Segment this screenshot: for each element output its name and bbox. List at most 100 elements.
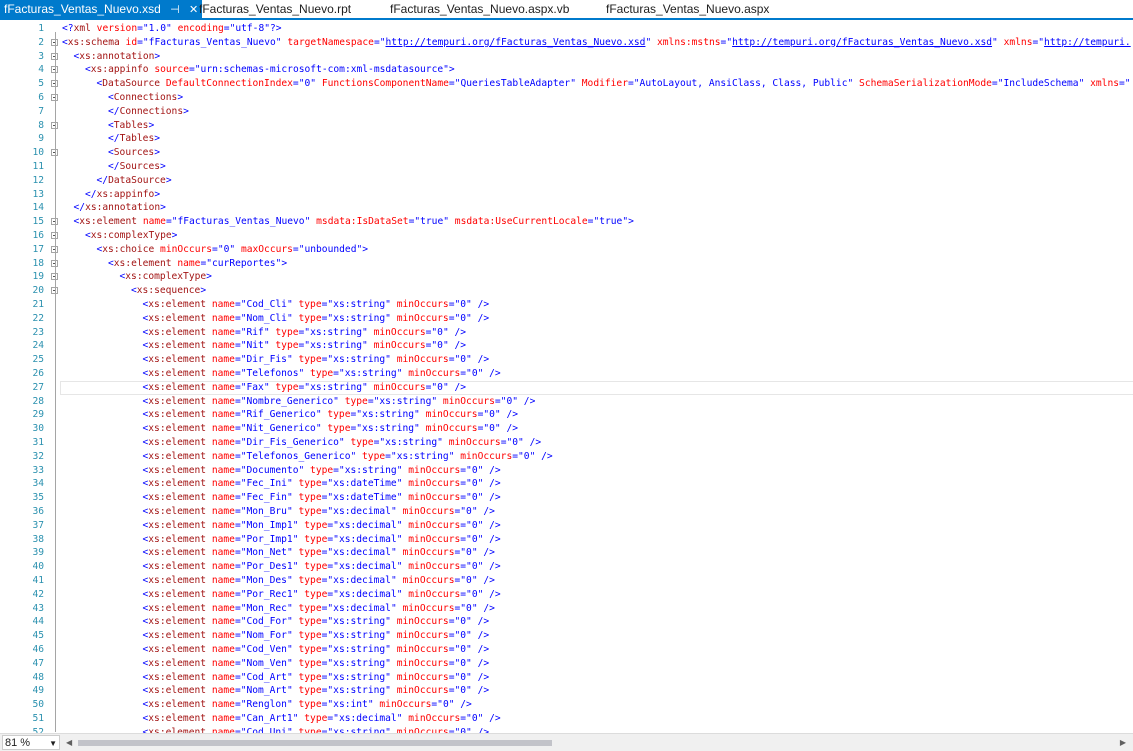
code-line[interactable]: 44 <xs:element name="Cod_For" type="xs:st…	[0, 615, 1133, 629]
code-text: <xs:element name="Fec_Fin" type="xs:date…	[142, 492, 501, 504]
code-line[interactable]: 29 <xs:element name="Rif_Generico" type="…	[0, 408, 1133, 422]
code-line[interactable]: 26 <xs:element name="Telefonos" type="xs:…	[0, 367, 1133, 381]
line-number: 6	[38, 92, 44, 103]
code-line[interactable]: 35 <xs:element name="Fec_Fin" type="xs:da…	[0, 491, 1133, 505]
code-line[interactable]: 43 <xs:element name="Mon_Rec" type="xs:de…	[0, 602, 1133, 616]
tab-aspx-vb[interactable]: fFacturas_Ventas_Nuevo.aspx.vb	[390, 0, 569, 18]
line-number: 34	[32, 478, 44, 490]
code-text: <xs:element name="curReportes">	[108, 257, 288, 269]
code-line[interactable]: 7 </Connections>	[0, 105, 1133, 119]
code-text: <xs:element name="Nom_For" type="xs:stri…	[142, 630, 490, 642]
code-text: </xs:appinfo>	[85, 188, 161, 200]
code-line[interactable]: 40 <xs:element name="Por_Des1" type="xs:d…	[0, 560, 1133, 574]
code-line[interactable]: 11 </Sources>	[0, 160, 1133, 174]
code-line[interactable]: 37 <xs:element name="Mon_Imp1" type="xs:d…	[0, 519, 1133, 533]
code-line[interactable]: 17 <xs:choice minOccurs="0" maxOccurs="un…	[0, 243, 1133, 257]
code-line[interactable]: 1 <?xml version="1.0" encoding="utf-8"?>	[0, 22, 1133, 36]
line-number: 33	[32, 464, 44, 476]
code-text: <xs:element name="Telefonos_Generico" ty…	[142, 450, 553, 462]
tab-xsd[interactable]: fFacturas_Ventas_Nuevo.xsd ⊣ ✕	[0, 0, 203, 19]
line-number: 39	[32, 547, 44, 559]
code-text: <Sources>	[108, 147, 160, 159]
close-icon[interactable]: ✕	[189, 1, 198, 19]
code-line[interactable]: 9 </Tables>	[0, 132, 1133, 146]
line-number: 45	[32, 630, 44, 642]
code-line[interactable]: 34 <xs:element name="Fec_Ini" type="xs:da…	[0, 477, 1133, 491]
code-text: <xs:element name="Nom_Cli" type="xs:stri…	[142, 312, 490, 324]
code-line[interactable]: 22 <xs:element name="Nom_Cli" type="xs:st…	[0, 312, 1133, 326]
code-line[interactable]: 5 <DataSource DefaultConnectionIndex="0" …	[0, 77, 1133, 91]
code-text: <xs:element name="Por_Rec1" type="xs:dec…	[142, 588, 501, 600]
code-line[interactable]: 31 <xs:element name="Dir_Fis_Generico" ty…	[0, 436, 1133, 450]
line-number: 35	[32, 492, 44, 504]
line-number: 32	[32, 450, 44, 462]
code-line[interactable]: 42 <xs:element name="Por_Rec1" type="xs:d…	[0, 588, 1133, 602]
code-line[interactable]: 21 <xs:element name="Cod_Cli" type="xs:st…	[0, 298, 1133, 312]
code-line[interactable]: 33 <xs:element name="Documento" type="xs:…	[0, 464, 1133, 478]
line-number: 19	[32, 271, 44, 283]
tab-aspx[interactable]: fFacturas_Ventas_Nuevo.aspx	[606, 0, 769, 18]
scrollbar-thumb[interactable]	[78, 740, 552, 746]
code-line[interactable]: 16 <xs:complexType>	[0, 229, 1133, 243]
code-line[interactable]: 8 <Tables>	[0, 119, 1133, 133]
code-line[interactable]: 23 <xs:element name="Rif" type="xs:string…	[0, 326, 1133, 340]
code-line[interactable]: 36 <xs:element name="Mon_Bru" type="xs:de…	[0, 505, 1133, 519]
pin-icon[interactable]: ⊣	[170, 1, 180, 19]
code-line[interactable]: 38 <xs:element name="Por_Imp1" type="xs:d…	[0, 533, 1133, 547]
code-line[interactable]: 46 <xs:element name="Cod_Ven" type="xs:st…	[0, 643, 1133, 657]
code-line[interactable]: 49 <xs:element name="Nom_Art" type="xs:st…	[0, 684, 1133, 698]
code-line[interactable]: 50 <xs:element name="Renglon" type="xs:in…	[0, 698, 1133, 712]
code-line[interactable]: 20 <xs:sequence>	[0, 284, 1133, 298]
zoom-level-select[interactable]: 81 % ▼	[2, 735, 60, 750]
code-line[interactable]: 2 <xs:schema id="fFacturas_Ventas_Nuevo" …	[0, 36, 1133, 50]
code-line[interactable]: 12 </DataSource>	[0, 174, 1133, 188]
code-line[interactable]: 6 <Connections>	[0, 91, 1133, 105]
code-line[interactable]: 27 <xs:element name="Fax" type="xs:string…	[0, 381, 1133, 395]
arrow-right-icon[interactable]: ▶	[1120, 736, 1126, 749]
code-line[interactable]: 25 <xs:element name="Dir_Fis" type="xs:st…	[0, 353, 1133, 367]
zoom-level-value: 81 %	[5, 737, 31, 749]
line-number: 16	[32, 230, 44, 241]
code-line[interactable]: 15 <xs:element name="fFacturas_Ventas_Nue…	[0, 215, 1133, 229]
line-number: 50	[32, 699, 44, 711]
tab-rpt[interactable]: fFacturas_Ventas_Nuevo.rpt	[199, 0, 351, 18]
code-line[interactable]: 45 <xs:element name="Nom_For" type="xs:st…	[0, 629, 1133, 643]
code-text: <xs:element name="Fec_Ini" type="xs:date…	[142, 478, 501, 490]
code-line[interactable]: 39 <xs:element name="Mon_Net" type="xs:de…	[0, 546, 1133, 560]
code-line[interactable]: 19 <xs:complexType>	[0, 270, 1133, 284]
code-line[interactable]: 14 </xs:annotation>	[0, 201, 1133, 215]
code-text: <xs:element name="Nit" type="xs:string" …	[142, 340, 467, 352]
code-text: <xs:element name="Mon_Des" type="xs:deci…	[142, 575, 495, 586]
line-number: 29	[32, 409, 44, 421]
code-line[interactable]: 3 <xs:annotation>	[0, 50, 1133, 64]
code-line[interactable]: 10 <Sources>	[0, 146, 1133, 160]
chevron-down-icon: ▼	[49, 739, 57, 748]
code-editor[interactable]: 1 <?xml version="1.0" encoding="utf-8"?> 2…	[0, 20, 1133, 733]
arrow-left-icon[interactable]: ◀	[66, 736, 72, 749]
code-line[interactable]: 41 <xs:element name="Mon_Des" type="xs:de…	[0, 574, 1133, 588]
code-line[interactable]: 28 <xs:element name="Nombre_Generico" typ…	[0, 395, 1133, 409]
fold-guide	[55, 32, 56, 732]
code-line[interactable]: 47 <xs:element name="Nom_Ven" type="xs:st…	[0, 657, 1133, 671]
code-text: </DataSource>	[96, 174, 172, 186]
code-line[interactable]: 51 <xs:element name="Can_Art1" type="xs:d…	[0, 712, 1133, 726]
code-text: <xs:element name="Cod_For" type="xs:stri…	[142, 616, 490, 628]
code-line[interactable]: 24 <xs:element name="Nit" type="xs:string…	[0, 339, 1133, 353]
code-line[interactable]: 30 <xs:element name="Nit_Generico" type="…	[0, 422, 1133, 436]
code-text: <xs:element name="Mon_Rec" type="xs:deci…	[142, 602, 495, 614]
code-line[interactable]: 13 </xs:appinfo>	[0, 188, 1133, 202]
line-number: 31	[32, 437, 44, 448]
code-line[interactable]: 32 <xs:element name="Telefonos_Generico" …	[0, 450, 1133, 464]
code-line[interactable]: 18 <xs:element name="curReportes">	[0, 257, 1133, 271]
code-text: </Tables>	[108, 133, 160, 145]
code-text: <xs:element name="Dir_Fis_Generico" type…	[142, 437, 542, 448]
horizontal-scrollbar[interactable]: ◀ ▶	[66, 736, 1126, 749]
line-number: 23	[32, 326, 44, 338]
code-text: <xs:element name="Fax" type="xs:string" …	[142, 381, 467, 393]
line-number: 3	[38, 50, 44, 62]
code-line[interactable]: 52 <xs:element name="Cod_Uni" type="xs:st…	[0, 726, 1133, 733]
code-text: <xs:element name="Mon_Imp1" type="xs:dec…	[142, 519, 501, 531]
line-number: 8	[38, 119, 44, 131]
code-line[interactable]: 4 <xs:appinfo source="urn:schemas-microso…	[0, 63, 1133, 77]
code-line[interactable]: 48 <xs:element name="Cod_Art" type="xs:st…	[0, 671, 1133, 685]
